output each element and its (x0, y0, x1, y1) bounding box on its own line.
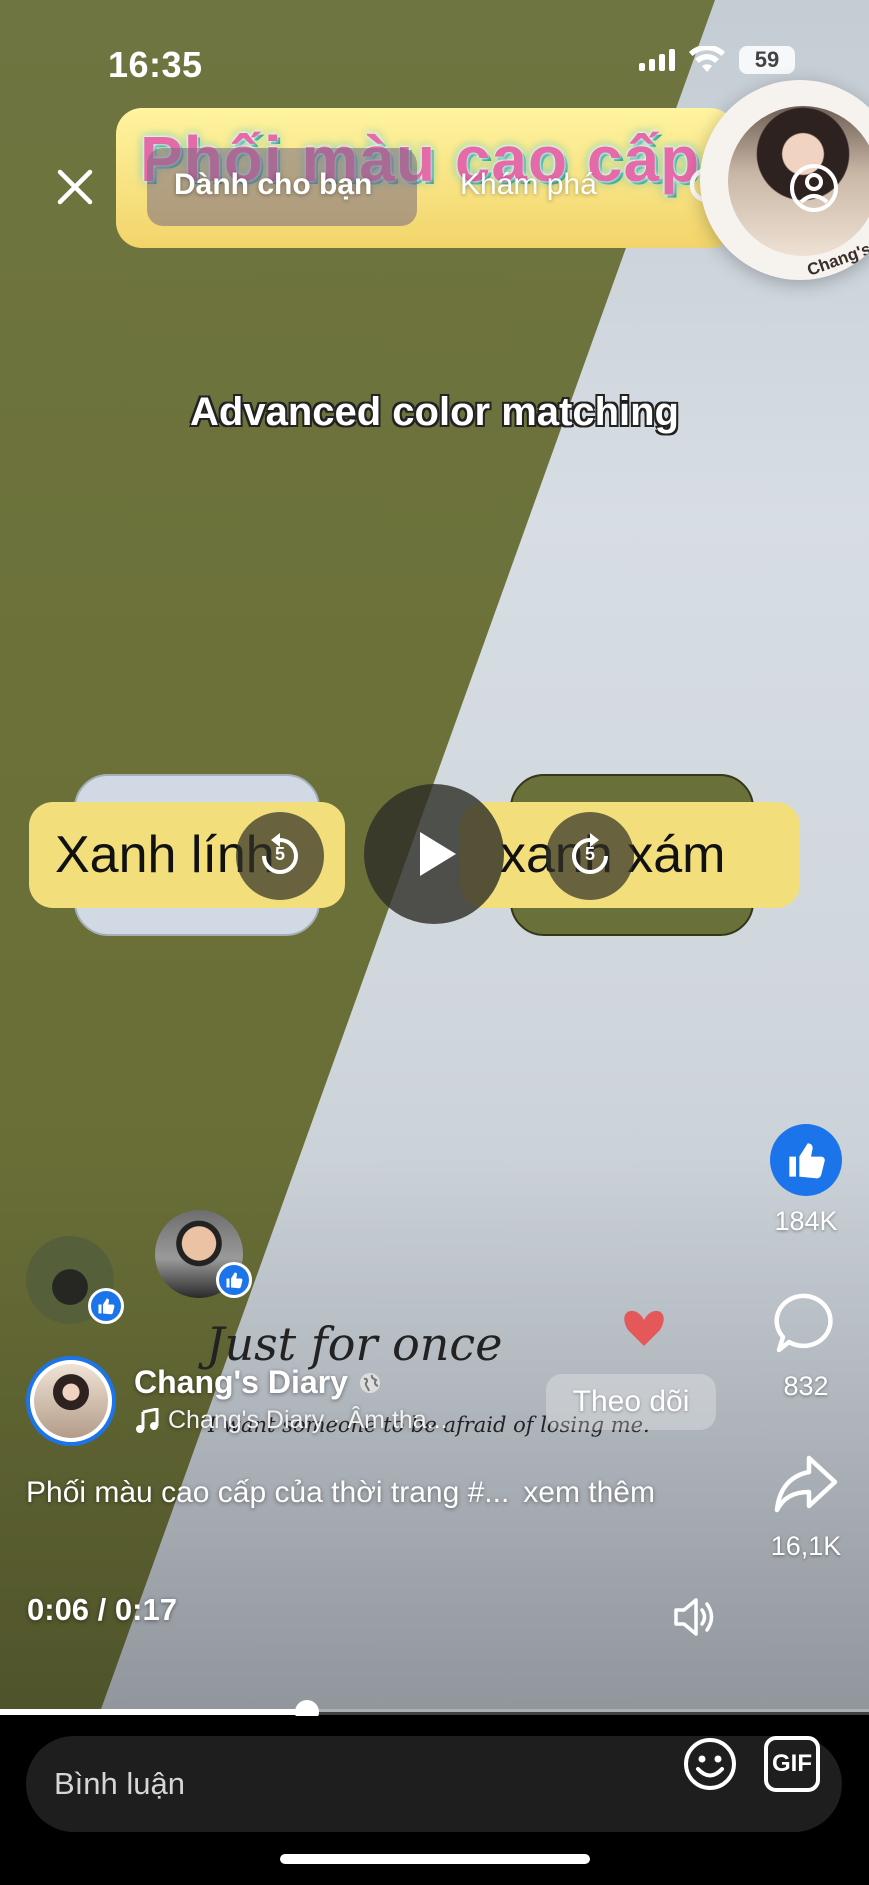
status-time: 16:35 (108, 44, 203, 85)
battery-icon: 59 (739, 46, 795, 74)
rewind-5-button[interactable]: 5 (236, 812, 324, 900)
share-button[interactable]: 16,1K (760, 1450, 852, 1562)
author-photo (34, 1364, 108, 1438)
emoji-icon[interactable] (682, 1736, 738, 1792)
author-name[interactable]: Chang's Diary (134, 1364, 348, 1401)
rewind-seconds: 5 (274, 844, 285, 864)
video-subtitle: Advanced color matching (190, 390, 679, 434)
progress-bar[interactable] (0, 1700, 869, 1724)
share-icon (774, 1455, 838, 1513)
globe-icon (359, 1372, 380, 1393)
thumbs-up-icon (770, 1124, 842, 1196)
close-icon[interactable] (50, 162, 100, 212)
author-avatar[interactable] (26, 1356, 116, 1446)
comment-button[interactable]: 832 (760, 1290, 852, 1402)
like-badge-icon (216, 1262, 252, 1298)
audio-row[interactable]: Chang's Diary · Âm tha... (134, 1406, 448, 1435)
status-icons: 59 (639, 46, 795, 74)
home-indicator (280, 1854, 590, 1864)
comment-input[interactable] (54, 1766, 614, 1802)
audio-name: Chang's Diary (168, 1406, 325, 1434)
comment-icon (774, 1293, 833, 1353)
comment-bar: GIF (0, 1716, 869, 1885)
cellular-signal-icon (639, 49, 675, 71)
share-count: 16,1K (770, 1531, 842, 1561)
audio-suffix: · Âm tha... (332, 1406, 448, 1434)
like-count: 184K (774, 1206, 838, 1236)
forward-seconds: 5 (584, 844, 595, 864)
follow-button[interactable]: Theo dõi (546, 1374, 716, 1430)
caption-text: Phối màu cao cấp của thời trang #... (26, 1476, 510, 1509)
tab-for-you[interactable]: Dành cho bạn (174, 168, 372, 202)
timecode: 0:06 / 0:17 (27, 1592, 177, 1627)
like-button[interactable]: 184K (760, 1124, 852, 1237)
see-more-link[interactable]: xem thêm (523, 1476, 655, 1509)
play-icon (420, 832, 456, 876)
like-badge-icon (88, 1288, 124, 1324)
wifi-icon (689, 46, 725, 72)
forward-5-button[interactable]: 5 (546, 812, 634, 900)
heart-icon (624, 1310, 664, 1346)
tab-explore[interactable]: Khám phá (460, 168, 597, 202)
play-button[interactable] (364, 784, 504, 924)
music-note-icon (136, 1407, 159, 1433)
progress-fill (0, 1709, 307, 1715)
author-name-row[interactable]: Chang's Diary (134, 1364, 382, 1401)
comment-count: 832 (783, 1371, 829, 1401)
volume-icon[interactable] (672, 1594, 718, 1640)
caption[interactable]: Phối màu cao cấp của thời trang #... xem … (26, 1476, 655, 1510)
gif-button[interactable]: GIF (764, 1736, 820, 1792)
handwriting-title: Just for once (198, 1317, 502, 1371)
profile-icon[interactable] (788, 162, 840, 214)
